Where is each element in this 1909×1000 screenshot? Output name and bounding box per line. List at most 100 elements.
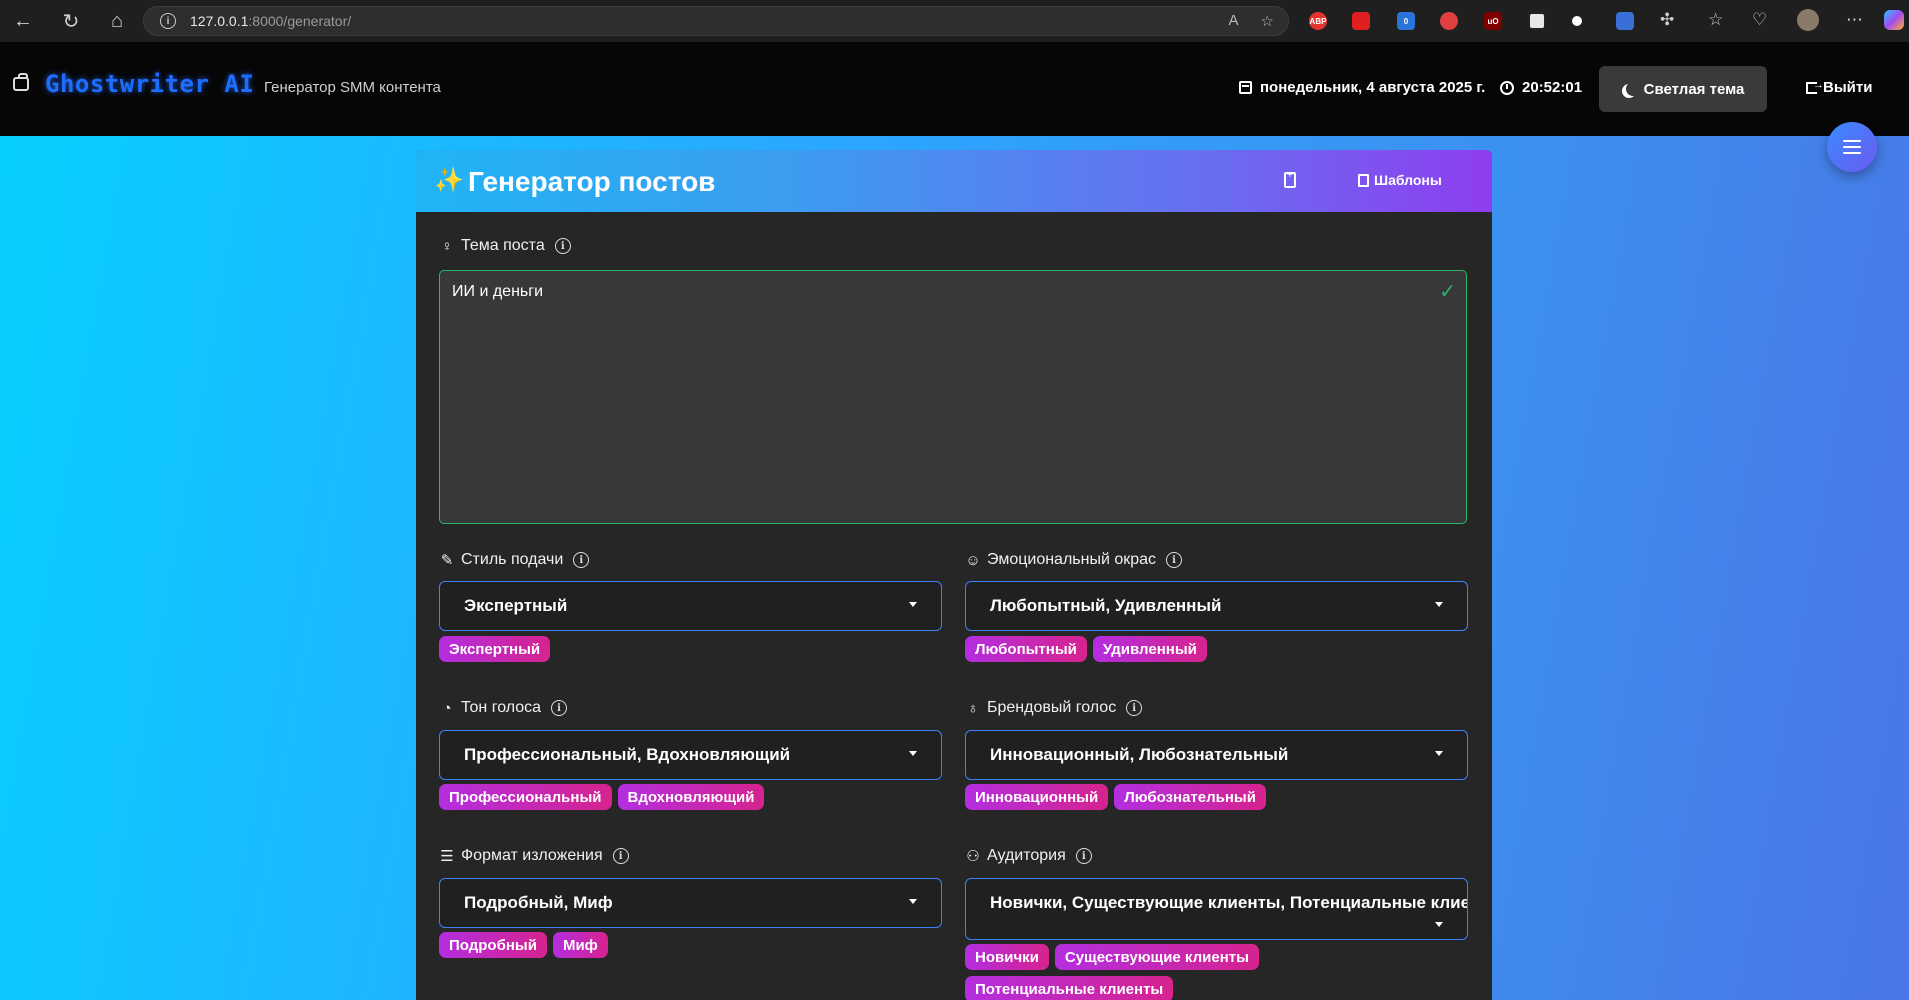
audience-label-text: Аудитория xyxy=(987,847,1066,864)
app-header: Ghostwriter AI Генератор SMM контента по… xyxy=(0,42,1909,136)
home-icon[interactable]: ⌂ xyxy=(104,8,130,34)
robot-icon xyxy=(13,73,29,91)
audience-select[interactable]: Новички, Существующие клиенты, Потенциал… xyxy=(965,878,1468,940)
brand-logo[interactable]: Ghostwriter AI xyxy=(45,70,254,98)
theme-toggle-button[interactable]: Светлая тема xyxy=(1599,66,1767,112)
style-select[interactable]: Экспертный xyxy=(439,581,942,631)
address-bar[interactable]: i 127.0.0.1:8000/generator/ A ☆ xyxy=(143,6,1289,36)
smile-icon: ☺ xyxy=(965,551,981,569)
selected-tag[interactable]: Профессиональный xyxy=(439,784,612,810)
selected-tag[interactable]: Миф xyxy=(552,932,608,958)
url-path: :8000/generator/ xyxy=(248,13,352,29)
format-select-value: Подробный, Миф xyxy=(464,893,613,912)
selected-tag[interactable]: Существующие клиенты xyxy=(1054,944,1259,970)
red-ext-icon[interactable] xyxy=(1440,12,1458,30)
selected-tag[interactable]: Вдохновляющий xyxy=(617,784,765,810)
selected-tag[interactable]: Удивленный xyxy=(1092,636,1207,662)
logout-icon xyxy=(1806,79,1824,94)
hamburger-line xyxy=(1843,140,1861,142)
templates-label: Шаблоны xyxy=(1374,172,1442,188)
stop-icon[interactable] xyxy=(1352,12,1370,30)
selected-tag[interactable]: Любопытный xyxy=(965,636,1087,662)
selected-tag[interactable]: Инновационный xyxy=(965,784,1109,810)
emotion-tags: Любопытный Удивленный xyxy=(965,636,1468,662)
logout-label: Выйти xyxy=(1823,79,1873,96)
hamburger-line xyxy=(1843,152,1861,154)
dot-ext-icon[interactable] xyxy=(1572,16,1582,26)
profile-avatar[interactable] xyxy=(1797,9,1819,31)
menu-button[interactable] xyxy=(1827,122,1877,172)
info-icon[interactable]: i xyxy=(551,700,568,716)
logout-button[interactable]: Выйти xyxy=(1806,79,1872,96)
calendar-icon xyxy=(1239,81,1252,94)
card-title: Генератор постов xyxy=(468,166,716,197)
square-ext-icon[interactable] xyxy=(1528,12,1546,30)
favorites-icon[interactable]: ☆ xyxy=(1708,10,1723,30)
format-label: ☰ Формат изложения i xyxy=(439,847,629,865)
magic-wand-icon: ✨ xyxy=(434,167,464,194)
selected-tag[interactable]: Потенциальные клиенты xyxy=(965,976,1174,1000)
tone-select[interactable]: Профессиональный, Вдохновляющий xyxy=(439,730,942,780)
bookmark-add-icon[interactable] xyxy=(1284,170,1296,188)
emotion-label-text: Эмоциональный окрас xyxy=(987,551,1157,568)
audience-tags: Новички Существующие клиенты Потенциальные… xyxy=(965,944,1468,1000)
adblock-icon[interactable]: ABP xyxy=(1309,12,1327,30)
info-icon[interactable]: i xyxy=(554,238,571,254)
info-icon[interactable]: i xyxy=(612,848,629,864)
emotion-select[interactable]: Любопытный, Удивленный xyxy=(965,581,1468,631)
topic-label: ♀ Тема поста i xyxy=(439,237,571,255)
emotion-label: ☺ Эмоциональный окрас i xyxy=(965,551,1183,569)
read-aloud-icon[interactable]: A xyxy=(1229,12,1239,30)
info-icon[interactable]: i xyxy=(573,552,590,568)
chevron-down-icon xyxy=(1435,922,1443,927)
selected-tag[interactable]: Любознательный xyxy=(1114,784,1266,810)
browser-toolbar: ← ↻ ⌂ i 127.0.0.1:8000/generator/ A ☆ AB… xyxy=(0,0,1909,42)
site-info-icon[interactable]: i xyxy=(160,13,176,29)
tone-label-text: Тон голоса xyxy=(461,699,542,716)
tone-tags: Профессиональный Вдохновляющий xyxy=(439,784,942,810)
selected-tag[interactable]: Новички xyxy=(965,944,1049,970)
moon-icon xyxy=(1626,82,1640,96)
check-icon: ✓ xyxy=(1439,281,1456,303)
more-menu-icon[interactable]: ⋯ xyxy=(1846,10,1863,30)
templates-button[interactable]: Шаблоны xyxy=(1358,172,1442,188)
brand-voice-select[interactable]: Инновационный, Любознательный xyxy=(965,730,1468,780)
format-label-text: Формат изложения xyxy=(461,847,603,864)
ext-badge-icon[interactable]: 0 xyxy=(1397,12,1415,30)
heart-pulse-icon[interactable]: ♡ xyxy=(1752,10,1767,30)
extensions-puzzle-icon[interactable]: ✣ xyxy=(1660,10,1674,30)
clock-icon xyxy=(1500,80,1514,95)
blue-ext-icon[interactable] xyxy=(1616,12,1634,30)
info-icon[interactable]: i xyxy=(1126,700,1143,716)
time-text: 20:52:01 xyxy=(1522,79,1583,96)
info-icon[interactable]: i xyxy=(1166,552,1183,568)
list-icon: ☰ xyxy=(440,848,454,865)
people-icon: ⚇ xyxy=(966,848,980,865)
chevron-down-icon xyxy=(1435,602,1443,607)
info-icon[interactable]: i xyxy=(1075,848,1092,864)
reload-icon[interactable]: ↻ xyxy=(58,8,84,34)
chevron-down-icon xyxy=(1435,751,1443,756)
ublock-icon[interactable]: uO xyxy=(1484,12,1502,30)
chevron-down-icon xyxy=(909,602,917,607)
brand-voice-label-text: Брендовый голос xyxy=(987,699,1117,716)
format-tags: Подробный Миф xyxy=(439,932,942,958)
copilot-icon[interactable] xyxy=(1884,10,1904,30)
style-tags: Экспертный xyxy=(439,636,942,662)
audience-select-value: Новички, Существующие клиенты, Потенциал… xyxy=(990,893,1468,912)
brand-voice-tags: Инновационный Любознательный xyxy=(965,784,1468,810)
topic-textarea[interactable]: ИИ и деньги ✓ xyxy=(439,270,1467,524)
current-time: 20:52:01 xyxy=(1500,79,1582,96)
selected-tag[interactable]: Экспертный xyxy=(439,636,551,662)
app-subtitle: Генератор SMM контента xyxy=(264,79,441,96)
audience-label: ⚇ Аудитория i xyxy=(965,847,1092,865)
palette-icon: ◔ xyxy=(442,699,452,717)
favorite-star-icon[interactable]: ☆ xyxy=(1261,12,1274,30)
selected-tag[interactable]: Подробный xyxy=(439,932,547,958)
style-label-text: Стиль подачи xyxy=(461,551,564,568)
format-select[interactable]: Подробный, Миф xyxy=(439,878,942,928)
hamburger-line xyxy=(1843,146,1861,148)
date-text: понедельник, 4 августа 2025 г. xyxy=(1260,79,1486,96)
back-icon[interactable]: ← xyxy=(10,8,36,34)
url-host: 127.0.0.1 xyxy=(190,13,249,29)
